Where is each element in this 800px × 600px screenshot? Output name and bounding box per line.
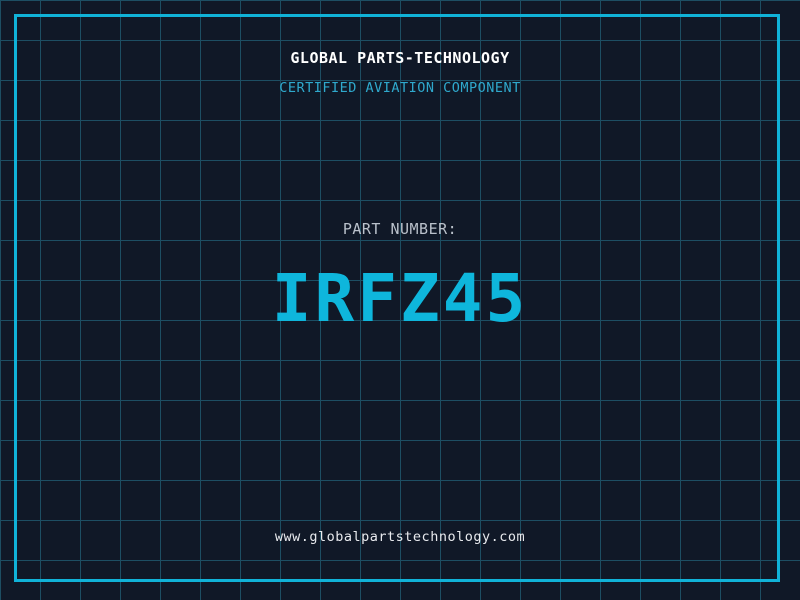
part-number-label: PART NUMBER:: [342, 220, 458, 238]
placard-background: { "placard": { "company_name": "GLOBAL P…: [0, 0, 800, 600]
certification-subtitle: CERTIFIED AVIATION COMPONENT: [279, 80, 521, 96]
part-number-value: IRFZ45: [271, 260, 529, 337]
website-url: www.globalpartstechnology.com: [274, 529, 526, 545]
company-title: GLOBAL PARTS-TECHNOLOGY: [290, 49, 510, 67]
